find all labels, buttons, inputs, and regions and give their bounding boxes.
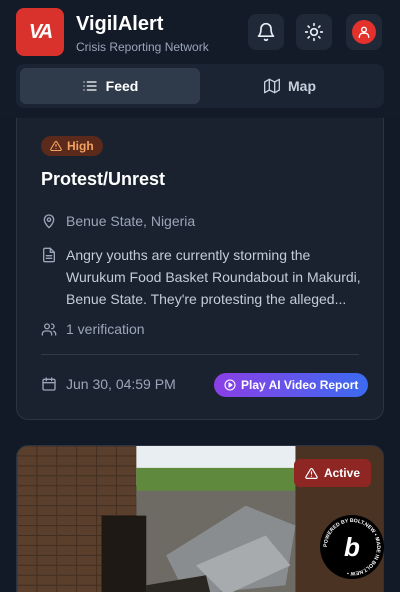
tab-feed[interactable]: Feed (20, 68, 200, 104)
svg-text:POWERED BY BOLT.NEW • MADE IN: POWERED BY BOLT.NEW • MADE IN BOLT.NEW • (323, 518, 381, 576)
divider (41, 354, 359, 355)
bolt-ring-text: POWERED BY BOLT.NEW • MADE IN BOLT.NEW • (323, 518, 381, 576)
tab-map-label: Map (288, 78, 316, 94)
warning-icon (305, 467, 318, 479)
play-circle-icon (224, 379, 236, 391)
status-badge: Active (293, 459, 371, 487)
date-text: Jun 30, 04:59 PM (66, 376, 176, 392)
map-pin-icon (43, 214, 55, 229)
status-label: Active (323, 466, 360, 480)
bolt-badge[interactable]: POWERED BY BOLT.NEW • MADE IN BOLT.NEW •… (320, 515, 384, 579)
list-icon (82, 81, 97, 91)
report-card[interactable]: High Protest/Unrest Benue State, Nigeria… (16, 90, 384, 420)
user-icon (358, 26, 370, 38)
report-description: Angry youths are currently storming the … (41, 244, 371, 310)
app-subtitle: Crisis Reporting Network (76, 40, 209, 54)
theme-toggle-button[interactable] (296, 14, 332, 50)
warning-icon (50, 140, 62, 152)
bell-icon (257, 22, 275, 42)
report-location: Benue State, Nigeria (41, 213, 195, 229)
report-date: Jun 30, 04:59 PM (41, 376, 176, 392)
tab-feed-label: Feed (105, 78, 139, 94)
play-ai-video-button[interactable]: Play AI Video Report (214, 373, 369, 397)
users-icon (41, 323, 57, 336)
calendar-icon (42, 377, 56, 391)
app-logo[interactable]: VA (16, 8, 64, 56)
logo-text: VA (28, 20, 53, 43)
avatar (352, 20, 376, 44)
map-icon (264, 78, 280, 94)
description-line: Benue State. They're protesting the alle… (66, 291, 347, 307)
profile-button[interactable] (346, 14, 382, 50)
severity-label: High (67, 139, 94, 153)
app-title: VigilAlert (76, 13, 164, 35)
bolt-ring-label: POWERED BY BOLT.NEW • MADE IN BOLT.NEW • (323, 518, 381, 576)
description-line: Angry youths are currently storming the (66, 247, 311, 263)
description-line: Wurukum Food Basket Roundabout in Makurd… (66, 269, 361, 285)
document-icon (43, 247, 55, 263)
verification-text: 1 verification (66, 321, 145, 337)
sun-icon (304, 22, 324, 42)
tab-map[interactable]: Map (200, 68, 380, 104)
location-text: Benue State, Nigeria (66, 213, 196, 229)
app-header: VA VigilAlert Crisis Reporting Network F… (0, 0, 400, 118)
play-button-label: Play AI Video Report (241, 378, 359, 392)
view-tabs: Feed Map (16, 64, 384, 108)
report-title: Protest/Unrest (41, 169, 166, 189)
severity-badge: High (41, 136, 103, 156)
notifications-button[interactable] (248, 14, 284, 50)
verification-count: 1 verification (41, 321, 145, 337)
